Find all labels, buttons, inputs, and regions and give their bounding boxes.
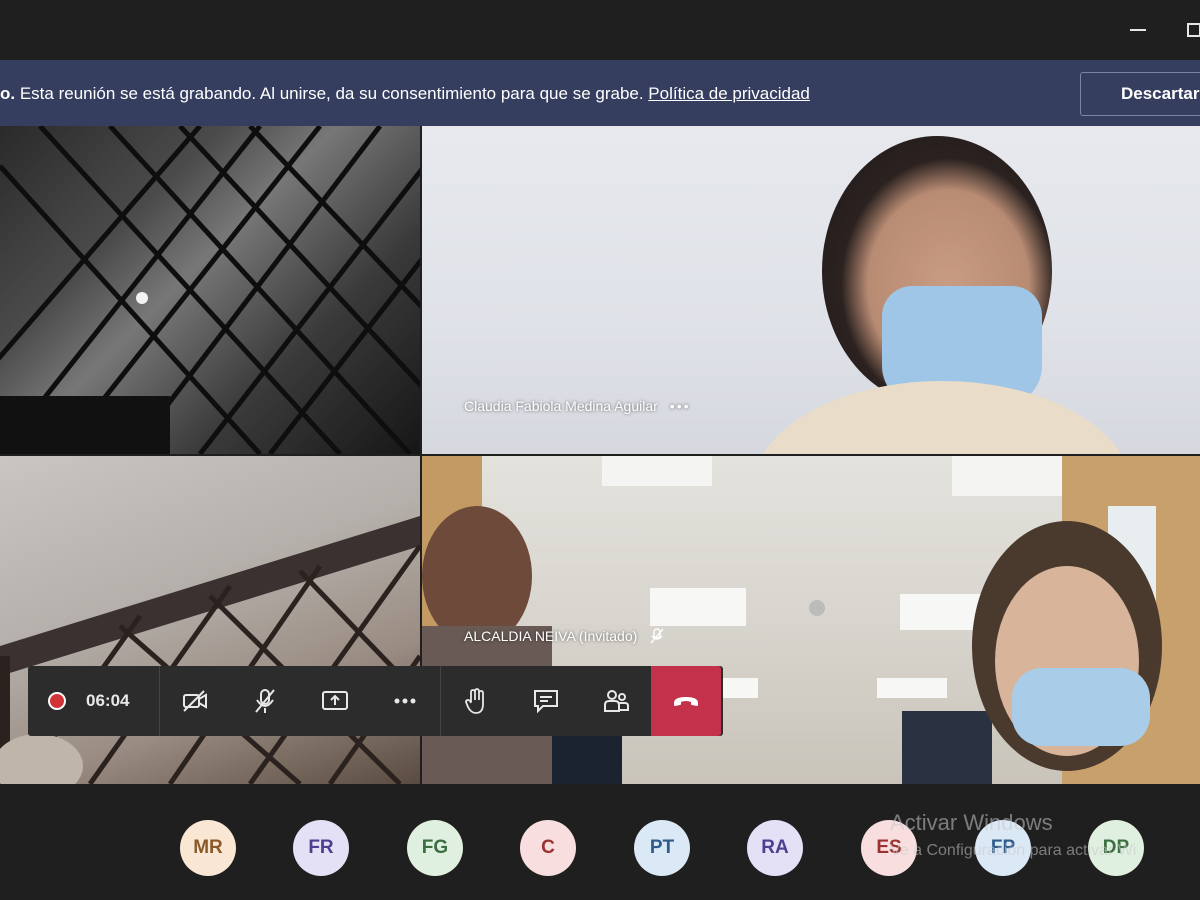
recording-notice: o. Esta reunión se está grabando. Al uni…: [0, 84, 810, 104]
mic-muted-icon: [650, 628, 664, 644]
ceiling-video-feed: [0, 126, 420, 454]
share-screen-icon: [322, 691, 348, 710]
more-actions-button[interactable]: [370, 666, 440, 736]
video-tile-1[interactable]: [0, 126, 420, 454]
participant-avatar-c[interactable]: C: [520, 820, 576, 876]
participant-name-tag: ALCALDIA NEIVA (Invitado): [464, 628, 665, 644]
mic-off-icon: [255, 689, 275, 713]
activation-watermark-subtitle: Ve a Configuración para activar Wi: [890, 842, 1137, 859]
participant-avatar-pt[interactable]: PT: [634, 820, 690, 876]
raise-hand-icon: [465, 688, 484, 714]
video-tile-claudia[interactable]: Claudia Fabiola Medina Aguilar •••: [422, 126, 1200, 454]
record-icon: [48, 692, 66, 710]
dismiss-button[interactable]: Descartar: [1080, 72, 1200, 116]
raise-hand-button[interactable]: [441, 666, 511, 736]
participant-avatar-fr[interactable]: FR: [293, 820, 349, 876]
banner-prefix: o.: [0, 84, 16, 103]
banner-message: Esta reunión se está grabando. Al unirse…: [15, 84, 649, 103]
share-screen-button[interactable]: [300, 666, 370, 736]
participant-name-tag: Claudia Fabiola Medina Aguilar •••: [464, 398, 691, 414]
teams-meeting-window: o. Esta reunión se está grabando. Al uni…: [0, 0, 1200, 900]
participants-icon: [604, 690, 629, 712]
minimize-icon[interactable]: [1126, 18, 1150, 42]
participant-avatar-ra[interactable]: RA: [747, 820, 803, 876]
title-bar: [0, 0, 1200, 60]
recording-banner: o. Esta reunión se está grabando. Al uni…: [0, 60, 1200, 126]
hang-up-button[interactable]: [651, 666, 721, 736]
more-options-icon: [394, 698, 416, 704]
privacy-policy-link[interactable]: Política de privacidad: [648, 84, 810, 103]
camera-toggle-button[interactable]: [160, 666, 230, 736]
more-options-icon[interactable]: •••: [670, 398, 691, 414]
meeting-control-bar: 06:04: [28, 666, 723, 736]
participant-avatar-mr[interactable]: MR: [180, 820, 236, 876]
recording-timer: 06:04: [86, 691, 130, 710]
mic-toggle-button[interactable]: [230, 666, 300, 736]
chat-button[interactable]: [511, 666, 581, 736]
maximize-icon[interactable]: [1182, 18, 1200, 42]
participants-button[interactable]: [581, 666, 651, 736]
recording-indicator: 06:04: [28, 666, 160, 736]
participant-body: [752, 381, 1132, 454]
chat-icon: [534, 690, 558, 714]
participant-name: Claudia Fabiola Medina Aguilar: [464, 398, 658, 414]
participant-name: ALCALDIA NEIVA (Invitado): [464, 628, 638, 644]
activation-watermark-title: Activar Windows: [890, 810, 1053, 835]
hang-up-icon: [674, 697, 698, 706]
camera-off-icon: [183, 690, 207, 712]
participant-avatar-fg[interactable]: FG: [407, 820, 463, 876]
